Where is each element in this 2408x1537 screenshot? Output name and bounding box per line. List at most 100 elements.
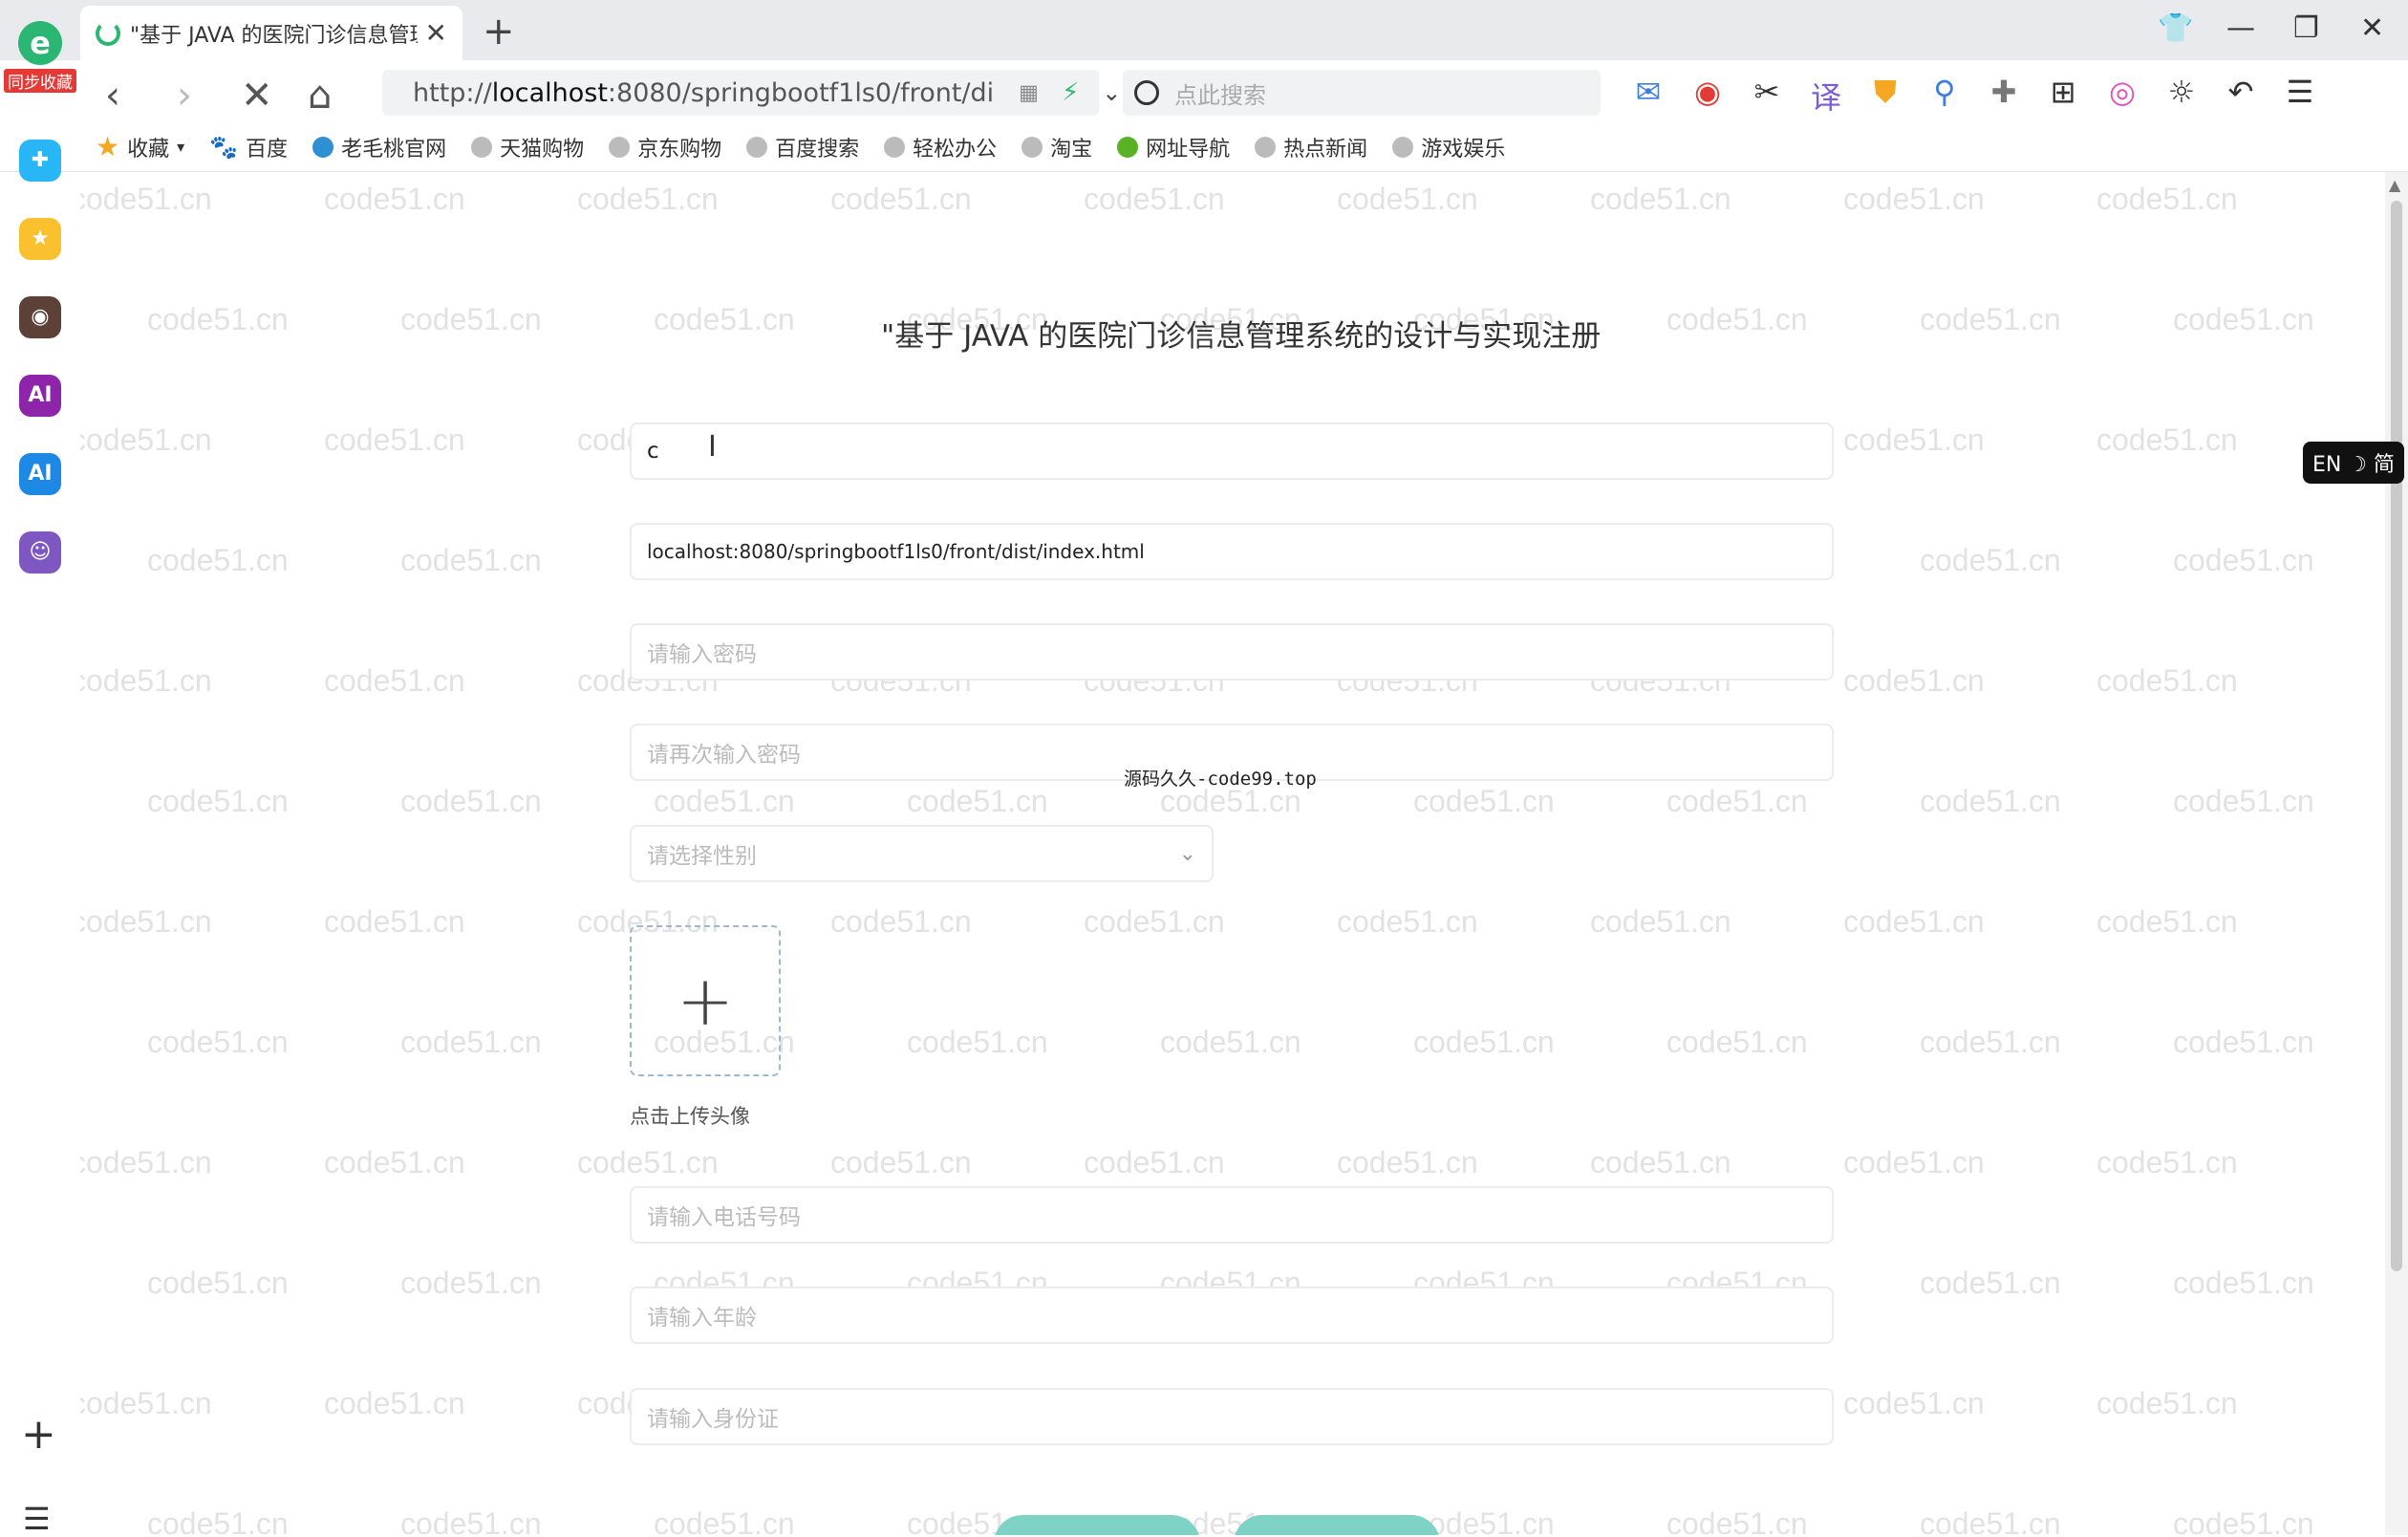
sidebar-app-icon[interactable]: ✚: [19, 140, 61, 182]
watermark-text: code51.cn: [400, 1506, 542, 1535]
browser-logo[interactable]: e 同步收藏: [4, 21, 76, 97]
url-host: localhost: [491, 77, 608, 108]
watermark-text: code51.cn: [1920, 1025, 2061, 1059]
bookmark-games[interactable]: 游戏娱乐: [1392, 131, 1505, 162]
scrollbar-thumb[interactable]: [2391, 201, 2402, 1271]
plus-icon: +: [676, 961, 735, 1041]
window-close-button[interactable]: ✕: [2360, 11, 2384, 45]
watermark-text: code51.cn: [1843, 1145, 1985, 1180]
watermark-text: code51.cn: [80, 1386, 212, 1420]
watermark-text: code51.cn: [147, 1025, 289, 1059]
extensions-icon[interactable]: ✚: [1985, 74, 2023, 118]
idcard-input[interactable]: 请输入身份证: [630, 1388, 1834, 1445]
avatar-upload-button[interactable]: +: [630, 925, 781, 1076]
forward-button[interactable]: ›: [177, 74, 192, 118]
qr-code-icon[interactable]: ▦: [1019, 81, 1039, 105]
globe-icon: [609, 136, 631, 158]
page-title: "基于 JAVA 的医院门诊信息管理系统的设计与实现注册: [881, 319, 1602, 354]
watermark-text: code51.cn: [654, 302, 795, 336]
watermark-text: code51.cn: [400, 543, 542, 577]
account-input[interactable]: c: [630, 422, 1834, 480]
browser-toolbar: ‹ › ✕ ⌂ http://localhost:8080/springboot…: [0, 60, 2408, 125]
translate-icon[interactable]: 译: [1807, 74, 1845, 118]
watermark-text: code51.cn: [2096, 1386, 2238, 1420]
sidebar-add-icon[interactable]: +: [21, 1410, 56, 1459]
globe-icon: [884, 136, 906, 158]
sidebar-ai-icon[interactable]: AI: [19, 375, 61, 417]
bookmark-office[interactable]: 轻松办公: [884, 131, 997, 162]
home-icon[interactable]: ⌂: [308, 74, 332, 118]
undo-icon[interactable]: ↶: [2222, 74, 2260, 118]
watermark-text: code51.cn: [400, 1266, 542, 1300]
password-placeholder: 请输入密码: [647, 642, 757, 667]
chevron-down-icon[interactable]: ⌄: [1102, 79, 1121, 106]
bookmark-label: 收藏: [127, 137, 170, 162]
bookmark-baidu[interactable]: 🐾 百度: [209, 131, 288, 162]
watermark-text: code51.cn: [80, 663, 212, 698]
tab-bar: "基于 JAVA 的医院门诊信息管理 ✕ + 👕 — ❐ ✕: [0, 0, 2408, 60]
restore-button[interactable]: ❐: [2293, 11, 2319, 45]
watermark-text: code51.cn: [1666, 784, 1808, 818]
gender-select[interactable]: 请选择性别 ⌄: [630, 825, 1214, 882]
new-tab-button[interactable]: +: [483, 10, 515, 54]
watermark-text: code51.cn: [907, 1025, 1048, 1059]
magnifier-tool-icon[interactable]: ⚲: [1925, 74, 1964, 118]
phone-input[interactable]: 请输入电话号码: [630, 1186, 1834, 1244]
nav-icon: [1117, 136, 1139, 158]
search-input[interactable]: 点此搜索: [1123, 70, 1601, 116]
browser-tab[interactable]: "基于 JAVA 的医院门诊信息管理 ✕: [80, 6, 462, 60]
scroll-up-icon[interactable]: ▲: [2389, 176, 2400, 194]
name-value: localhost:8080/springbootf1ls0/front/dis…: [647, 540, 1145, 563]
sidebar-bot-icon[interactable]: ☺: [19, 531, 61, 574]
watermark-text: code51.cn: [2173, 1506, 2314, 1535]
watermark-text: code51.cn: [1920, 784, 2061, 818]
mail-icon[interactable]: ✉: [1629, 74, 1667, 118]
wallet-icon[interactable]: ⛊: [1866, 74, 1904, 118]
menu-icon[interactable]: ☰: [2281, 74, 2319, 118]
address-bar[interactable]: http://localhost:8080/springbootf1ls0/fr…: [382, 70, 1121, 116]
bookmark-baidu-search[interactable]: 百度搜索: [746, 131, 859, 162]
watermark-text: code51.cn: [830, 1145, 972, 1180]
login-button[interactable]: [1234, 1515, 1440, 1535]
sidebar-robot-icon[interactable]: ◉: [19, 296, 61, 338]
bookmarks-bar: ★ 收藏 ▾ 🐾 百度 老毛桃官网 天猫购物 京东购物 百度搜索 轻松办公 淘宝…: [0, 125, 2408, 172]
sidebar-favorites-icon[interactable]: ★: [19, 218, 61, 260]
speed-mode-icon[interactable]: ⚡: [1062, 78, 1079, 107]
register-button[interactable]: [994, 1515, 1200, 1535]
bookmark-jd[interactable]: 京东购物: [609, 131, 721, 162]
bookmark-laomaotao[interactable]: 老毛桃官网: [312, 131, 446, 162]
age-input[interactable]: 请输入年龄: [630, 1287, 1834, 1344]
skin-icon[interactable]: 👕: [2158, 11, 2193, 45]
back-button[interactable]: ‹: [105, 74, 120, 118]
apps-grid-icon[interactable]: ⊞: [2044, 74, 2082, 118]
brightness-icon[interactable]: ☼: [2162, 74, 2201, 118]
minimize-button[interactable]: —: [2226, 11, 2255, 45]
globe-icon: [1392, 136, 1414, 158]
watermark-text: code51.cn: [400, 302, 542, 336]
search-icon: [1134, 80, 1159, 105]
password-input[interactable]: 请输入密码: [630, 623, 1834, 681]
ai-assistant-icon[interactable]: ◎: [2103, 74, 2141, 118]
bookmark-taobao[interactable]: 淘宝: [1021, 131, 1092, 162]
globe-icon: [746, 136, 768, 158]
idcard-placeholder: 请输入身份证: [647, 1407, 779, 1432]
sidebar-ai-assistant-icon[interactable]: AI: [19, 453, 61, 495]
watermark-text: code51.cn: [907, 784, 1048, 818]
page-scrollbar[interactable]: ▲: [2385, 172, 2408, 1535]
sidebar-list-icon[interactable]: ☰: [23, 1501, 51, 1537]
name-input[interactable]: localhost:8080/springbootf1ls0/front/dis…: [630, 523, 1834, 580]
bookmark-navigation[interactable]: 网址导航: [1117, 131, 1230, 162]
stop-loading-button[interactable]: ✕: [241, 74, 273, 118]
watermark-text: code51.cn: [147, 543, 289, 577]
watermark-text: code51.cn: [2173, 543, 2314, 577]
scissors-icon[interactable]: ✂: [1748, 74, 1786, 118]
bookmark-tmall[interactable]: 天猫购物: [471, 131, 584, 162]
language-toggle[interactable]: EN ☽ 简: [2303, 442, 2404, 484]
watermark-text: code51.cn: [400, 1025, 542, 1059]
weibo-icon[interactable]: ◉: [1688, 74, 1727, 118]
tab-close-icon[interactable]: ✕: [425, 17, 447, 49]
bookmark-news[interactable]: 热点新闻: [1255, 131, 1367, 162]
gender-placeholder: 请选择性别: [647, 844, 757, 869]
watermark-text: code51.cn: [654, 784, 795, 818]
bookmark-favorites[interactable]: ★ 收藏 ▾: [96, 131, 184, 162]
